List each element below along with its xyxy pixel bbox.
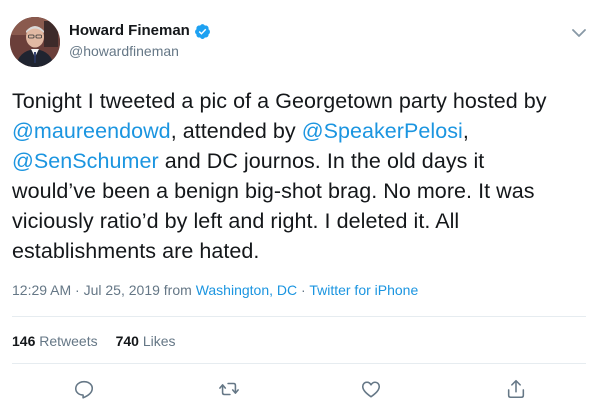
share-icon[interactable] (505, 378, 527, 400)
tweet-stats: 146 Retweets 740 Likes (12, 333, 176, 349)
retweets-label: Retweets (39, 333, 98, 349)
avatar-image (10, 17, 60, 67)
name-row: Howard Fineman (69, 22, 211, 40)
tweet-text-segment: Tonight I tweeted a pic of a Georgetown … (12, 89, 547, 113)
user-handle[interactable]: @howardfineman (69, 42, 211, 60)
verified-badge-icon (194, 23, 211, 40)
tweet-text-line: @maureendowd, attended by @SpeakerPelosi… (12, 116, 586, 146)
tweet-text-segment: and DC journos. In the old days it (158, 149, 485, 173)
retweets-stat[interactable]: 146 Retweets (12, 333, 98, 349)
location-link[interactable]: Washington, DC (196, 282, 297, 298)
tweet-meta: 12:29 AM · Jul 25, 2019 from Washington,… (12, 282, 418, 298)
mention-link[interactable]: @maureendowd (12, 119, 171, 143)
tweet-text-segment: establishments are hated. (12, 239, 260, 263)
tweet-text-line: establishments are hated. (12, 236, 586, 266)
heart-icon[interactable] (360, 378, 382, 400)
likes-stat[interactable]: 740 Likes (116, 333, 176, 349)
tweet-text-line: viciously ratio’d by left and right. I d… (12, 206, 586, 236)
likes-count: 740 (115, 333, 139, 349)
chevron-down-icon[interactable] (570, 24, 588, 42)
meta-from-text: from (159, 282, 196, 298)
action-bar (0, 378, 598, 400)
mention-link[interactable]: @SenSchumer (12, 149, 159, 173)
tweet-card: Howard Fineman @howardfineman Tonight I … (0, 0, 598, 414)
mention-link[interactable]: @SpeakerPelosi (302, 119, 463, 143)
tweet-date[interactable]: Jul 25, 2019 (84, 282, 160, 298)
tweet-text-line: Tonight I tweeted a pic of a Georgetown … (12, 86, 586, 116)
divider (12, 316, 586, 317)
divider (12, 363, 586, 364)
tweet-text-segment: , attended by (170, 119, 302, 143)
meta-separator: · (71, 282, 84, 298)
tweet-text-segment: , (462, 119, 469, 143)
tweet-text-line: @SenSchumer and DC journos. In the old d… (12, 146, 586, 176)
source-link[interactable]: Twitter for iPhone (309, 282, 418, 298)
author-block: Howard Fineman @howardfineman (69, 22, 211, 60)
tweet-text-line: would’ve been a benign big-shot brag. No… (12, 176, 586, 206)
tweet-text-segment: viciously ratio’d by left and right. I d… (12, 209, 460, 233)
likes-label: Likes (142, 333, 176, 349)
tweet-time[interactable]: 12:29 AM (12, 282, 71, 298)
avatar[interactable] (10, 17, 60, 67)
retweets-count: 146 (12, 333, 36, 349)
reply-icon[interactable] (73, 378, 95, 400)
display-name[interactable]: Howard Fineman (69, 22, 190, 40)
tweet-text-segment: would’ve been a benign big-shot brag. No… (12, 179, 535, 203)
tweet-text: Tonight I tweeted a pic of a Georgetown … (12, 86, 586, 266)
retweet-icon[interactable] (218, 378, 240, 400)
meta-separator: · (297, 282, 310, 298)
